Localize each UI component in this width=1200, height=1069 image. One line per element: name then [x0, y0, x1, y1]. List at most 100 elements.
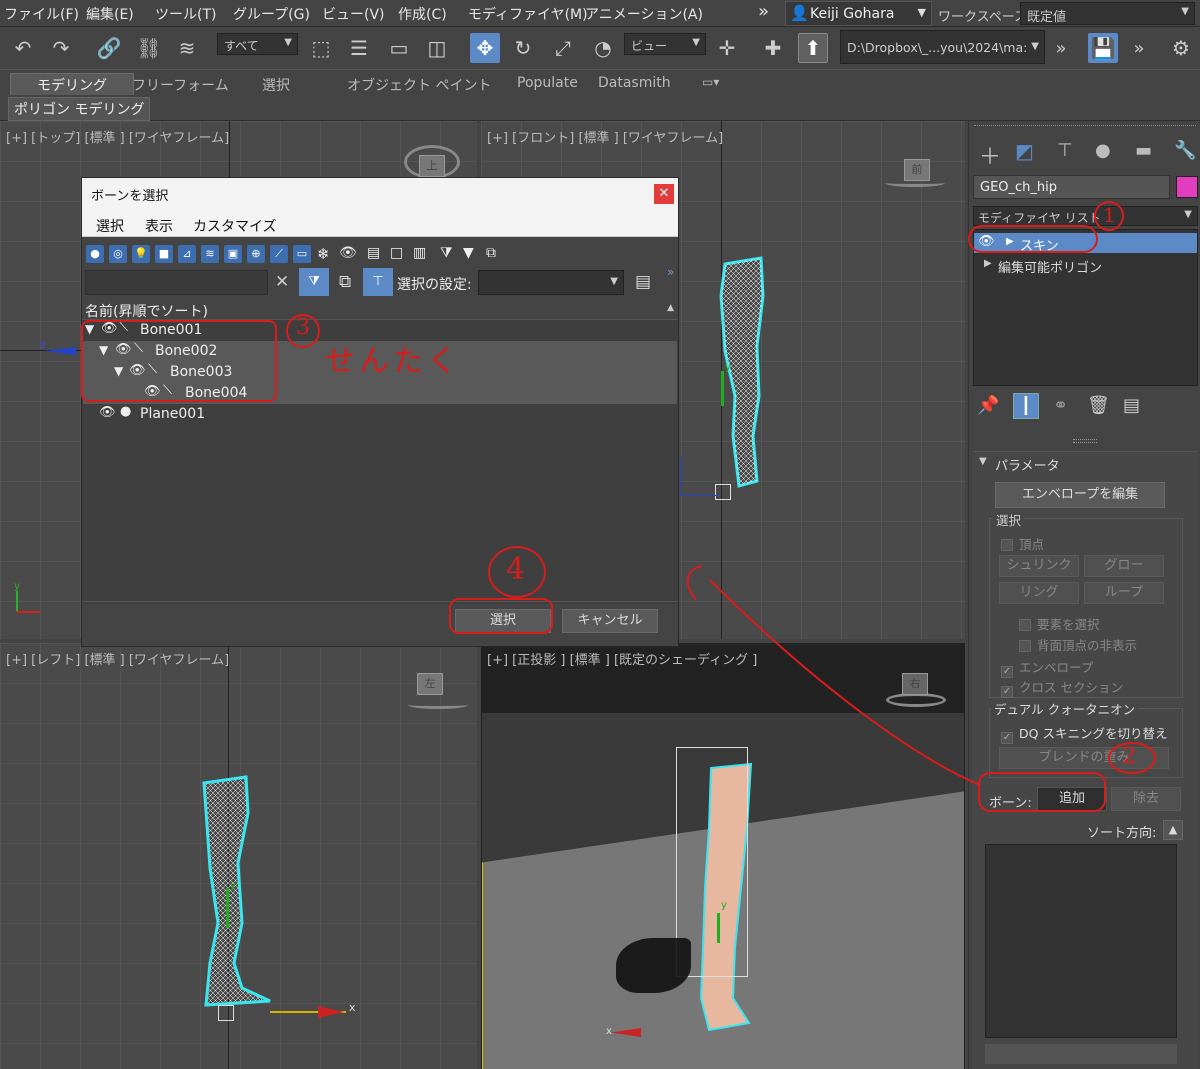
utilities-tab-icon[interactable]: 🔧 — [1174, 140, 1196, 161]
make-unique-icon[interactable]: ⚭ — [1053, 395, 1068, 416]
name-search-input[interactable] — [85, 270, 268, 295]
ring-button[interactable]: リング — [999, 582, 1079, 604]
rotate-icon[interactable]: ↻ — [508, 33, 538, 63]
polygon-modeling-tab[interactable]: ポリゴン モデリング — [8, 97, 151, 121]
tab-selection[interactable]: 選択 — [262, 75, 290, 95]
loop-button[interactable]: ループ — [1084, 582, 1164, 604]
object-color-swatch[interactable] — [1176, 176, 1198, 198]
show-end-result-icon[interactable]: ┃ — [1013, 393, 1039, 419]
redo-icon[interactable]: ↷ — [46, 33, 76, 63]
find-case-sensitive-icon[interactable]: ⧩ — [299, 268, 329, 296]
menu-view[interactable]: ビュー(V) — [322, 4, 385, 24]
filter-options-icon[interactable]: ▼ — [463, 245, 474, 261]
remove-bone-button[interactable]: 除去 — [1111, 787, 1181, 811]
dialog-menu-select[interactable]: 選択 — [96, 216, 124, 236]
menu-create[interactable]: 作成(C) — [398, 4, 447, 24]
placement-icon[interactable]: ◔ — [588, 33, 618, 63]
bone-filter-icon[interactable]: ⟋ — [270, 245, 288, 263]
workspace-select[interactable]: 既定値 ▼ — [1020, 2, 1195, 25]
menu-group[interactable]: グループ(G) — [233, 4, 310, 24]
expand-arrow-icon[interactable]: ▶ — [984, 258, 992, 269]
select-invert-icon[interactable]: ▥ — [413, 245, 426, 261]
ribbon-options-icon[interactable]: ▭▾ — [702, 75, 719, 89]
menu-tools[interactable]: ツール(T) — [155, 4, 216, 24]
hierarchy-tab-icon[interactable]: ⊤ — [1057, 140, 1073, 161]
close-icon[interactable]: ✕ — [654, 184, 674, 204]
edit-selection-set-icon[interactable]: ▤ — [635, 272, 651, 292]
selection-set-select[interactable]: ▼ — [478, 270, 624, 295]
remove-modifier-icon[interactable]: 🗑 — [1087, 395, 1110, 416]
keyboard-shortcut-override-icon[interactable]: ⬆ — [798, 33, 828, 63]
shape-filter-icon[interactable]: ◎ — [109, 245, 127, 263]
toolbar-overflow-icon[interactable]: » — [1124, 33, 1154, 63]
tab-freeform[interactable]: フリーフォーム — [132, 75, 229, 95]
select-element-checkbox[interactable]: 要素を選択 — [1019, 614, 1100, 633]
list-item-plane001[interactable]: 👁 ● Plane001 — [83, 404, 677, 425]
viewport-left[interactable]: [+] [レフト] [標準 ] [ワイヤフレーム] 左 y x — [0, 643, 477, 1069]
rollout-collapse-icon[interactable]: ▼ — [979, 456, 987, 467]
viewport-label[interactable]: [+] [トップ] [標準 ] [ワイヤフレーム] — [6, 127, 229, 146]
hidden-filter-icon[interactable]: 👁 — [339, 245, 357, 261]
viewcube[interactable]: 左 — [417, 673, 443, 695]
window-crossing-icon[interactable]: ◫ — [422, 33, 452, 63]
selection-filter[interactable]: すべて ▼ — [217, 33, 298, 55]
viewport-label[interactable]: [+] [レフト] [標準 ] [ワイヤフレーム] — [6, 649, 229, 668]
unlink-icon[interactable]: ⛓ — [134, 33, 164, 63]
backface-cull-checkbox[interactable]: 背面頂点の非表示 — [1019, 635, 1137, 654]
save-icon[interactable]: 💾 — [1088, 33, 1118, 63]
container-filter-icon[interactable]: ▭ — [293, 245, 311, 263]
reference-coord-select[interactable]: ビュー ▼ — [624, 33, 706, 55]
viewport-label[interactable]: [+] [フロント] [標準 ] [ワイヤフレーム] — [487, 127, 723, 146]
bones-list[interactable] — [985, 844, 1177, 1038]
xref-filter-icon[interactable]: ⊕ — [247, 245, 265, 263]
motion-tab-icon[interactable]: ● — [1095, 140, 1111, 161]
dq-skinning-checkbox[interactable]: ✓ DQ スキニングを切り替え — [1001, 723, 1167, 744]
cross-sections-checkbox[interactable]: ✓ クロス セクション — [1001, 677, 1123, 698]
geometry-filter-icon[interactable]: ● — [86, 245, 104, 263]
filter-icon[interactable]: ⧩ — [440, 245, 453, 261]
tab-datasmith[interactable]: Datasmith — [598, 75, 671, 91]
group-filter-icon[interactable]: ▣ — [224, 245, 242, 263]
dialog-titlebar[interactable]: ボーンを選択 ✕ — [82, 178, 678, 209]
select-manipulate-icon[interactable]: ✚ — [758, 33, 788, 63]
menu-edit[interactable]: 編集(E) — [86, 4, 134, 24]
modifier-list[interactable]: モディファイヤ リスト ▼ — [973, 206, 1198, 226]
viewcube[interactable]: 上 — [419, 155, 445, 177]
display-options-icon[interactable]: ⧉ — [486, 245, 496, 261]
tab-modeling[interactable]: モデリング — [10, 73, 134, 97]
cancel-button[interactable]: キャンセル — [562, 609, 658, 633]
grow-button[interactable]: グロー — [1084, 555, 1164, 577]
viewcube[interactable]: 前 — [904, 159, 930, 181]
modify-tab-icon[interactable]: ◩ — [1015, 139, 1034, 163]
link-icon[interactable]: 🔗 — [94, 33, 124, 63]
spacewarp-filter-icon[interactable]: ≋ — [201, 245, 219, 263]
menu-modifiers[interactable]: モディファイヤ(M) — [468, 4, 588, 24]
edit-envelopes-button[interactable]: エンベロープを編集 — [995, 482, 1165, 508]
tools-icon[interactable]: ⚙ — [1166, 33, 1196, 63]
hierarchy-icon[interactable]: ⊤ — [363, 268, 393, 296]
sort-direction-icon[interactable]: ▲ — [1163, 820, 1183, 840]
menu-overflow-icon[interactable]: » — [758, 1, 769, 22]
light-filter-icon[interactable]: 💡 — [132, 245, 150, 263]
menu-animation[interactable]: アニメーション(A) — [585, 4, 703, 24]
scale-icon[interactable]: ⤢ — [548, 33, 578, 63]
bones-list-scrollbar[interactable] — [985, 1044, 1177, 1064]
helper-filter-icon[interactable]: ⊿ — [178, 245, 196, 263]
toolbar-overflow-icon[interactable]: » — [1046, 33, 1076, 63]
user-account[interactable]: 👤 Keiji Gohara ▼ — [785, 1, 932, 26]
panel-splitter[interactable] — [1073, 439, 1097, 443]
rollout-title[interactable]: パラメータ — [995, 455, 1060, 474]
pivot-center-icon[interactable]: ✛ — [712, 33, 742, 63]
select-none-icon[interactable]: □ — [390, 245, 403, 261]
bind-spacewarp-icon[interactable]: ≋ — [172, 33, 202, 63]
frozen-filter-icon[interactable]: ❄ — [317, 245, 330, 263]
create-tab-icon[interactable]: ＋ — [979, 139, 1001, 171]
dialog-menu-display[interactable]: 表示 — [145, 216, 173, 236]
menu-file[interactable]: ファイル(F) — [4, 4, 79, 24]
object-name-field[interactable]: GEO_ch_hip — [973, 175, 1170, 199]
vertices-checkbox[interactable]: 頂点 — [1001, 534, 1044, 553]
move-icon[interactable]: ✥ — [470, 33, 500, 63]
select-by-name-icon[interactable]: ☰ — [344, 33, 374, 63]
project-path[interactable]: D:\Dropbox\_...you\2024\ma: ▼ — [840, 30, 1045, 64]
expand-icon[interactable]: » — [667, 265, 674, 279]
